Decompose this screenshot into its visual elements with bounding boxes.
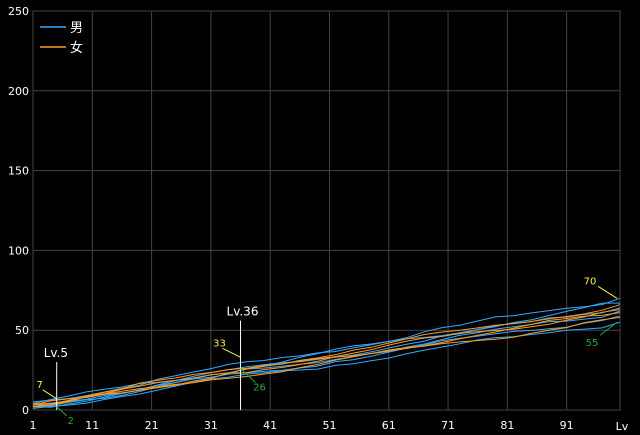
x-tick-label: 41 <box>263 419 277 432</box>
y-tick-label: 250 <box>8 5 29 18</box>
marker-max-label: 33 <box>213 338 226 349</box>
y-tick-label: 100 <box>8 244 29 257</box>
x-tick-label: 51 <box>322 419 336 432</box>
x-tick-label: 11 <box>85 419 99 432</box>
x-axis-label: Lv <box>616 420 629 433</box>
x-tick-label: 61 <box>382 419 396 432</box>
end-min-label: 55 <box>586 338 599 349</box>
y-tick-label: 0 <box>22 404 29 417</box>
y-tick-label: 50 <box>15 324 29 337</box>
legend-label: 女 <box>70 40 83 56</box>
x-tick-label: 31 <box>204 419 218 432</box>
x-tick-label: 21 <box>145 419 159 432</box>
chart-background <box>0 0 640 435</box>
end-max-label: 70 <box>584 276 597 287</box>
marker-min-label: 2 <box>68 416 74 427</box>
x-tick-label: 71 <box>441 419 455 432</box>
legend-label: 男 <box>70 21 83 36</box>
x-tick-label: 1 <box>30 419 37 432</box>
y-tick-label: 200 <box>8 85 29 98</box>
marker-label: Lv.5 <box>44 346 68 360</box>
x-tick-label: 81 <box>500 419 514 432</box>
x-tick-label: 91 <box>560 419 574 432</box>
y-tick-label: 150 <box>8 165 29 178</box>
chart: 050100150200250 1 11 21 31 41 51 61 71 81 91 Lv L… <box>0 0 640 435</box>
marker-label: Lv.36 <box>227 305 259 319</box>
marker-max-label: 7 <box>37 380 43 391</box>
marker-min-label: 26 <box>253 383 266 394</box>
